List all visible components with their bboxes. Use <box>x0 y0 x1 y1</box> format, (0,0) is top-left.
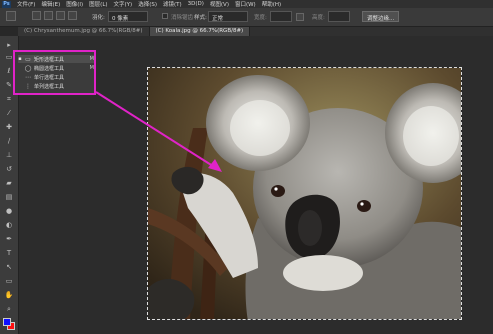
menu-3d[interactable]: 3D(D) <box>188 1 204 7</box>
foreground-color-swatch[interactable] <box>3 318 11 326</box>
height-input[interactable] <box>328 11 350 22</box>
antialias-label: 消除锯齿 <box>171 15 194 21</box>
photoshop-logo: Ps <box>2 0 11 8</box>
type-tool-icon[interactable]: T <box>4 248 14 258</box>
crop-tool-icon[interactable]: ⌗ <box>4 94 14 104</box>
style-label: 样式: <box>194 15 207 21</box>
blur-tool-icon[interactable]: ● <box>4 206 14 216</box>
brush-tool-icon[interactable]: ∕ <box>4 136 14 146</box>
menu-help[interactable]: 帮助(H) <box>262 0 281 8</box>
intersect-selection-icon[interactable] <box>68 11 77 20</box>
rect-marquee-icon: ▭ <box>25 55 31 63</box>
marquee-tool-preset-icon[interactable] <box>6 11 16 21</box>
ellipse-marquee-icon: ◯ <box>24 64 32 72</box>
menu-select[interactable]: 选择(S) <box>138 0 157 8</box>
options-bar: 羽化: 0 像素 消除锯齿 样式: 正常 宽度: 高度: 调整边缘... <box>0 8 493 27</box>
menu-edit[interactable]: 编辑(E) <box>41 0 60 8</box>
selected-marker-icon: ▪ <box>18 56 22 62</box>
width-label: 宽度: <box>254 15 267 21</box>
history-brush-tool-icon[interactable]: ↺ <box>4 164 14 174</box>
add-selection-icon[interactable] <box>44 11 53 20</box>
hand-tool-icon[interactable]: ✋ <box>4 290 14 300</box>
single-row-marquee-icon: ⋯ <box>25 73 31 81</box>
menu-image[interactable]: 图像(I) <box>66 0 83 8</box>
single-column-marquee-icon: ⋮ <box>25 82 31 90</box>
tab-chrysanthemum[interactable]: (C) Chrysanthemum.jpg @ 66.7%(RGB/8#) <box>18 27 150 36</box>
path-selection-tool-icon[interactable]: ↖ <box>4 262 14 272</box>
move-tool-icon[interactable]: ▸ <box>4 40 14 50</box>
refine-edge-button[interactable]: 调整边缘... <box>362 11 400 22</box>
menu-bar: Ps 文件(F) 编辑(E) 图像(I) 图层(L) 文字(Y) 选择(S) 滤… <box>0 0 493 8</box>
document-tabs: (C) Chrysanthemum.jpg @ 66.7%(RGB/8#) (C… <box>18 27 493 36</box>
healing-brush-tool-icon[interactable]: ✚ <box>4 122 14 132</box>
subtract-selection-icon[interactable] <box>56 11 65 20</box>
new-selection-icon[interactable] <box>32 11 41 20</box>
marquee-tools-flyout: ▪ ▭ 矩形选框工具 M ◯ 椭圆选框工具 M ⋯ 单行选框工具 ⋮ 单列选框工… <box>13 50 96 95</box>
menu-layer[interactable]: 图层(L) <box>89 0 107 8</box>
flyout-item-ellipse-marquee[interactable]: ◯ 椭圆选框工具 M <box>18 64 94 72</box>
zoom-tool-icon[interactable]: ⌕ <box>4 304 14 314</box>
width-input[interactable] <box>270 11 292 22</box>
tab-koala[interactable]: (C) Koala.jpg @ 66.7%(RGB/8#) <box>149 27 251 36</box>
antialias-checkbox[interactable] <box>162 13 168 19</box>
style-select[interactable]: 正常 <box>208 11 248 22</box>
feather-input[interactable]: 0 像素 <box>108 11 148 22</box>
menu-window[interactable]: 窗口(W) <box>235 0 256 8</box>
menu-type[interactable]: 文字(Y) <box>114 0 133 8</box>
koala-image[interactable] <box>147 67 462 320</box>
menu-view[interactable]: 视图(V) <box>210 0 229 8</box>
menu-file[interactable]: 文件(F) <box>17 0 35 8</box>
feather-label: 羽化: <box>92 15 105 21</box>
shape-tool-icon[interactable]: ▭ <box>4 276 14 286</box>
gradient-tool-icon[interactable]: ▤ <box>4 192 14 202</box>
pen-tool-icon[interactable]: ✒ <box>4 234 14 244</box>
dodge-tool-icon[interactable]: ◐ <box>4 220 14 230</box>
eraser-tool-icon[interactable]: ▰ <box>4 178 14 188</box>
flyout-item-single-row-marquee[interactable]: ⋯ 单行选框工具 <box>18 73 94 81</box>
koala-photo <box>148 68 461 319</box>
flyout-item-single-column-marquee[interactable]: ⋮ 单列选框工具 <box>18 82 94 90</box>
swap-dimensions-icon[interactable] <box>296 13 304 21</box>
clone-stamp-tool-icon[interactable]: ⊥ <box>4 150 14 160</box>
menu-filter[interactable]: 滤镜(T) <box>163 0 182 8</box>
flyout-item-rect-marquee[interactable]: ▪ ▭ 矩形选框工具 M <box>18 55 94 63</box>
eyedropper-tool-icon[interactable]: ⁄ <box>4 108 14 118</box>
height-label: 高度: <box>312 15 325 21</box>
